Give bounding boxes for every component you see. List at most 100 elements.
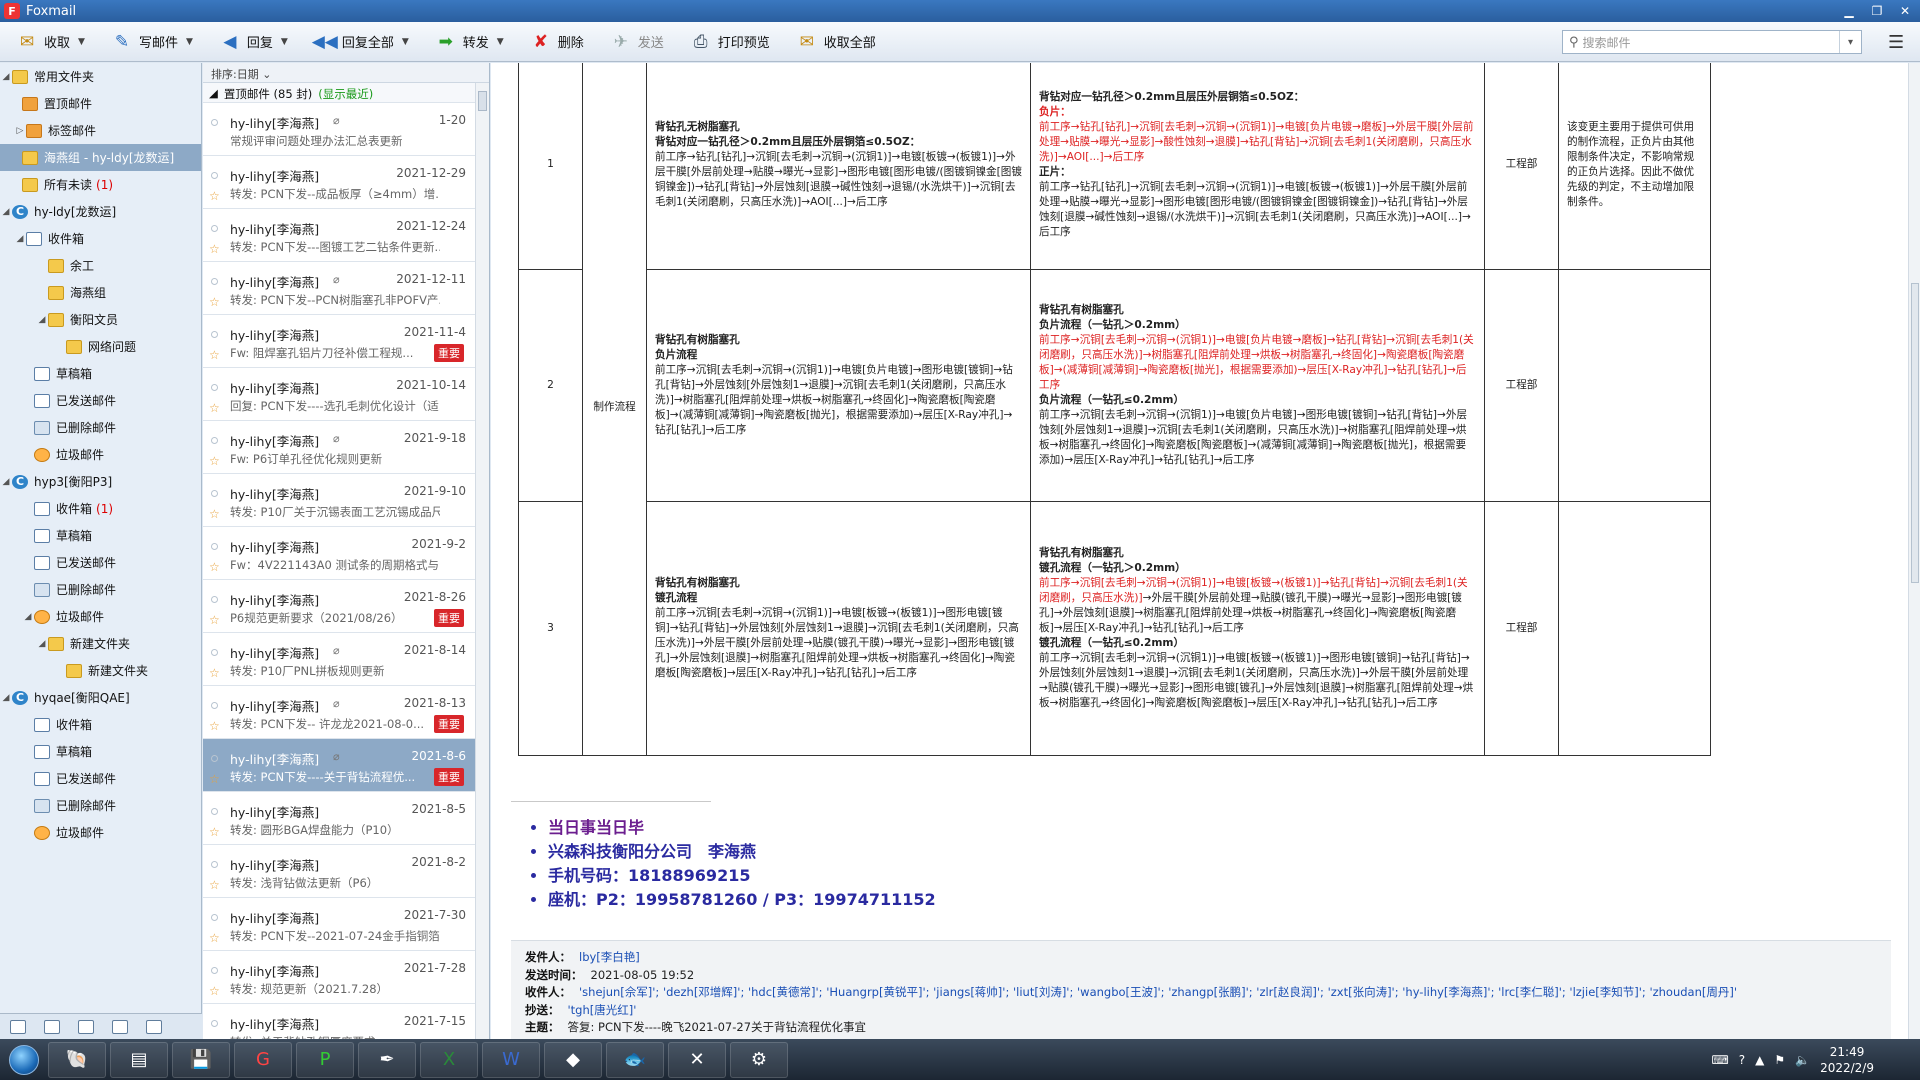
- compose-button[interactable]: ✎ 写邮件 ▼: [107, 27, 197, 57]
- foxmail-taskbar-icon[interactable]: G: [234, 1041, 292, 1078]
- fish-app-icon[interactable]: 🐟: [606, 1041, 664, 1078]
- account-hyqae[interactable]: ◢ Chyqae[衡阳QAE]: [0, 684, 201, 711]
- important-badge[interactable]: 重要: [434, 715, 464, 733]
- mail-list-item[interactable]: ☆ hy-lihy[李海燕] ⌀ 2021-9-18 Fw: P6订单孔径优化规则更新: [203, 421, 476, 474]
- star-icon[interactable]: ☆: [209, 560, 220, 574]
- feather-app-icon[interactable]: ✒: [358, 1041, 416, 1078]
- collapse-icon[interactable]: ◢: [0, 72, 12, 82]
- folder-deleted[interactable]: 已删除邮件: [0, 414, 201, 441]
- folder-inbox[interactable]: 收件箱 (1): [0, 495, 201, 522]
- excel-icon[interactable]: X: [420, 1041, 478, 1078]
- unread-dot-icon[interactable]: [211, 1020, 218, 1027]
- main-menu-icon[interactable]: ☰: [1888, 32, 1910, 53]
- help-icon[interactable]: ?: [1739, 1053, 1745, 1067]
- mail-list-item[interactable]: ☆ hy-lihy[李海燕] ⌀ 2021-12-11 转发: PCN下发--PCN树脂…: [203, 262, 476, 315]
- folder-spam[interactable]: ◢ 垃圾邮件: [0, 603, 201, 630]
- reply-button[interactable]: ◀ 回复 ▼: [215, 27, 292, 57]
- forward-button[interactable]: ➡ 转发 ▼: [431, 27, 508, 57]
- chevron-down-icon[interactable]: ▼: [281, 37, 288, 47]
- folder-drafts[interactable]: 草稿箱: [0, 738, 201, 765]
- mail-list-item[interactable]: ☆ hy-lihy[李海燕] ⌀ 2021-8-14 转发: P10厂PNL拼板规则更新: [203, 633, 476, 686]
- start-button[interactable]: [0, 1039, 48, 1080]
- folder-sent[interactable]: 已发送邮件: [0, 387, 201, 414]
- word-icon[interactable]: W: [482, 1041, 540, 1078]
- star-icon[interactable]: ☆: [209, 454, 220, 468]
- mail-list-item[interactable]: ☆ hy-lihy[李海燕] 2021-7-28 转发: 规范更新（2021.7.28…: [203, 951, 476, 1004]
- chevron-down-icon[interactable]: ▼: [78, 37, 85, 47]
- folder-newfolder[interactable]: ◢ 新建文件夹: [0, 630, 201, 657]
- folder-drafts[interactable]: 草稿箱: [0, 522, 201, 549]
- folder-haiyan[interactable]: 海燕组: [0, 279, 201, 306]
- star-icon[interactable]: ☆: [209, 242, 220, 256]
- flag-icon[interactable]: ⚑: [1774, 1053, 1785, 1067]
- mail-list-item[interactable]: ☆hy-lihy[李海燕]2021-7-15转发: 关于背钻孔铜厚度要求，...: [203, 1004, 476, 1039]
- rss-icon[interactable]: [146, 1019, 162, 1034]
- delete-button[interactable]: ✘ 删除: [526, 27, 588, 57]
- minimize-icon[interactable]: ▁: [1838, 2, 1860, 19]
- mail-list-item[interactable]: ☆ hy-lihy[李海燕] 2021-8-2 转发: 浅背钻做法更新（P6）: [203, 845, 476, 898]
- unread-dot-icon[interactable]: [211, 967, 218, 974]
- unread-dot-icon[interactable]: [211, 649, 218, 656]
- star-icon[interactable]: ☆: [209, 878, 220, 892]
- chevron-down-icon[interactable]: ▼: [497, 37, 504, 47]
- keyboard-icon[interactable]: ⌨: [1711, 1053, 1728, 1067]
- unread-dot-icon[interactable]: [211, 914, 218, 921]
- mail-list-item[interactable]: ☆ hy-lihy[李海燕] 2021-7-30 转发: PCN下发--2021-07…: [203, 898, 476, 951]
- collapse-icon[interactable]: ◢: [209, 86, 218, 100]
- calendar-icon[interactable]: [78, 1019, 94, 1034]
- clock[interactable]: 21:49 2022/2/9: [1820, 1044, 1874, 1076]
- unread-dot-icon[interactable]: [211, 437, 218, 444]
- green-app-icon[interactable]: P: [296, 1041, 354, 1078]
- star-icon[interactable]: ☆: [209, 507, 220, 521]
- notepad-icon[interactable]: ▤: [110, 1041, 168, 1078]
- search-dropdown-icon[interactable]: ▾: [1839, 31, 1861, 53]
- collapse-icon[interactable]: ◢: [22, 612, 34, 622]
- folder-deleted[interactable]: 已删除邮件: [0, 792, 201, 819]
- network-app-icon[interactable]: ⚙: [730, 1041, 788, 1078]
- scrollbar-thumb[interactable]: [1911, 283, 1919, 583]
- unread-dot-icon[interactable]: [211, 384, 218, 391]
- mail-list-item[interactable]: ☆ hy-lihy[李海燕] 2021-9-2 Fw：4V221143A0 测试条的周…: [203, 527, 476, 580]
- mail-list-item[interactable]: ☆ hy-lihy[李海燕] 2021-8-5 转发: 圆形BGA焊盘能力（P10）: [203, 792, 476, 845]
- unread-dot-icon[interactable]: [211, 755, 218, 762]
- mail-list-item[interactable]: ☆ hy-lihy[李海燕] ⌀ 2021-8-13 转发: PCN下发-- 许龙龙20…: [203, 686, 476, 739]
- folder-sent[interactable]: 已发送邮件: [0, 549, 201, 576]
- mail-list-item[interactable]: ☆ hy-lihy[李海燕] ⌀ 2021-8-6 转发: PCN下发----关于背钻流…: [203, 739, 476, 792]
- mail-list-scrollbar[interactable]: [475, 83, 489, 1039]
- sort-dropdown[interactable]: 排序:日期 ⌄: [203, 63, 489, 83]
- mail-icon[interactable]: [10, 1019, 26, 1034]
- send-button[interactable]: ✈ 发送: [606, 27, 668, 57]
- star-icon[interactable]: ☆: [209, 401, 220, 415]
- important-badge[interactable]: 重要: [434, 609, 464, 627]
- folder-newfolder-child[interactable]: 新建文件夹: [0, 657, 201, 684]
- restore-icon[interactable]: ❐: [1866, 2, 1888, 19]
- folder-haiyan-selected[interactable]: 海燕组 - hy-ldy[龙数运]: [0, 144, 201, 171]
- star-icon[interactable]: ☆: [209, 666, 220, 680]
- important-badge[interactable]: 重要: [434, 768, 464, 786]
- folder-common[interactable]: ◢ 常用文件夹: [0, 63, 201, 90]
- folder-sent[interactable]: 已发送邮件: [0, 765, 201, 792]
- reply-all-button[interactable]: ◀◀ 回复全部 ▼: [310, 27, 413, 57]
- collapse-icon[interactable]: ◢: [36, 315, 48, 325]
- star-icon[interactable]: ☆: [209, 931, 220, 945]
- mail-list-item[interactable]: ☆ hy-lihy[李海燕] 2021-9-10 转发: P10厂关于沉锡表面工艺沉锡…: [203, 474, 476, 527]
- star-icon[interactable]: ☆: [209, 189, 220, 203]
- collapse-icon[interactable]: ◢: [14, 234, 26, 244]
- network-icon[interactable]: ▲: [1755, 1053, 1764, 1067]
- collapse-icon[interactable]: ◢: [0, 693, 12, 703]
- folder-deleted[interactable]: 已删除邮件: [0, 576, 201, 603]
- chevron-down-icon[interactable]: ▼: [402, 37, 409, 47]
- unread-dot-icon[interactable]: [211, 861, 218, 868]
- volume-icon[interactable]: 🔈: [1795, 1053, 1810, 1067]
- account-hyp3[interactable]: ◢ Chyp3[衡阳P3]: [0, 468, 201, 495]
- folder-inbox[interactable]: 收件箱: [0, 711, 201, 738]
- folder-tags[interactable]: ▷ 标签邮件: [0, 117, 201, 144]
- folder-yugong[interactable]: 余工: [0, 252, 201, 279]
- folder-drafts[interactable]: 草稿箱: [0, 360, 201, 387]
- unread-dot-icon[interactable]: [211, 172, 218, 179]
- shell-app-icon[interactable]: 🐚: [48, 1041, 106, 1078]
- mail-list-item[interactable]: hy-lihy[李海燕] ⌀ 1-20 常规评审问题处理办法汇总表更新: [203, 103, 476, 156]
- folder-spam[interactable]: 垃圾邮件: [0, 819, 201, 846]
- notes-icon[interactable]: [112, 1019, 128, 1034]
- print-preview-button[interactable]: ⎙ 打印预览: [686, 27, 774, 57]
